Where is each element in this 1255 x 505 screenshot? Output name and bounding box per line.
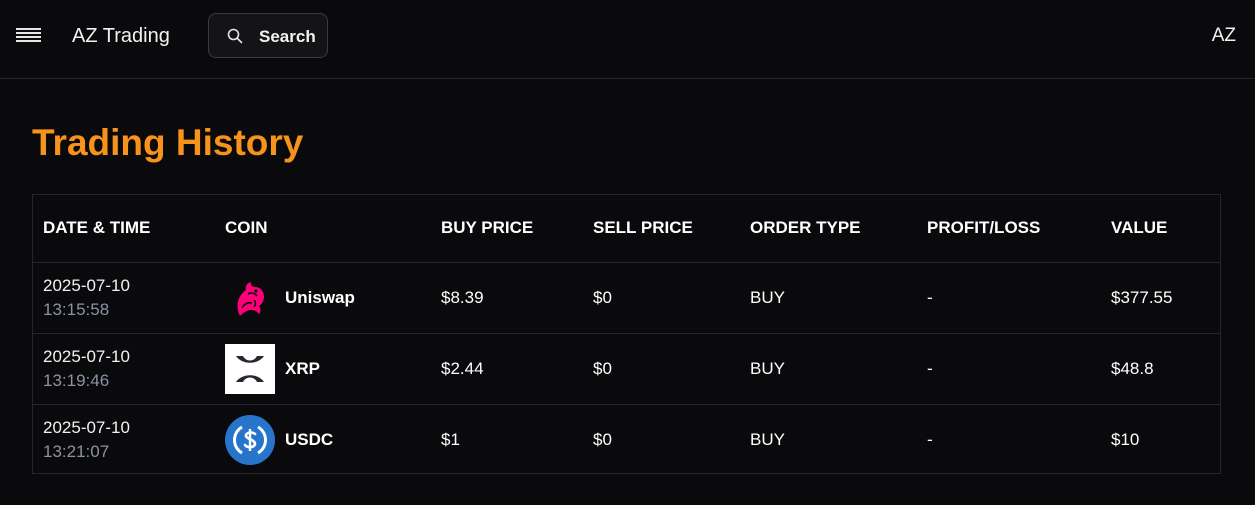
trade-time: 13:21:07	[43, 441, 110, 461]
table-row[interactable]: 2025-07-10 13:15:58 Uniswap $8.39 $0 BUY…	[33, 262, 1220, 334]
date-time-cell: 2025-07-10 13:15:58	[33, 262, 215, 334]
table-header-row: DATE & TIME COIN BUY PRICE SELL PRICE OR…	[33, 195, 1220, 263]
page-title: Trading History	[32, 122, 304, 163]
search-button[interactable]: Search	[208, 13, 328, 58]
buy-price-cell: $2.44	[431, 333, 583, 405]
search-icon	[227, 28, 243, 44]
column-header-buy-price: BUY PRICE	[431, 195, 583, 263]
value-cell: $48.8	[1101, 333, 1220, 405]
trade-time: 13:19:46	[43, 370, 110, 390]
coin-cell: Uniswap	[215, 262, 431, 334]
sell-price-cell: $0	[593, 429, 612, 449]
coin-name: USDC	[285, 429, 334, 449]
buy-price-cell: $8.39	[431, 262, 583, 334]
profit-loss-cell: -	[917, 262, 1101, 334]
column-header-value: VALUE	[1101, 195, 1220, 263]
buy-price-cell: $1	[441, 429, 460, 449]
column-header-profit-loss: PROFIT/LOSS	[917, 195, 1101, 263]
table-row[interactable]: 2025-07-10 13:21:07 USDC $1 $0 BUY - $10	[33, 404, 1220, 475]
usdc-logo-icon	[225, 414, 275, 465]
trade-date: 2025-07-10	[43, 417, 130, 437]
order-type-cell: BUY	[750, 429, 785, 449]
trade-date: 2025-07-10	[43, 346, 130, 366]
trade-time: 13:15:58	[43, 299, 110, 319]
avatar[interactable]: AZ	[1212, 25, 1236, 47]
coin-cell: XRP	[215, 333, 431, 405]
column-header-coin: COIN	[215, 195, 431, 263]
table-row[interactable]: 2025-07-10 13:19:46 XRP $2.44 $0 BUY - $…	[33, 333, 1220, 405]
date-time-cell: 2025-07-10 13:21:07	[33, 404, 215, 475]
order-type-cell: BUY	[740, 333, 917, 405]
trading-history-table: DATE & TIME COIN BUY PRICE SELL PRICE OR…	[32, 194, 1221, 474]
column-header-date: DATE & TIME	[33, 195, 215, 263]
coin-name: Uniswap	[285, 287, 355, 307]
order-type-cell: BUY	[740, 262, 917, 334]
sell-price-cell: $0	[583, 333, 740, 405]
coin-name: XRP	[285, 358, 320, 378]
uniswap-logo-icon	[225, 273, 275, 323]
top-navbar: AZ Trading Search AZ	[0, 0, 1255, 79]
column-header-sell-price: SELL PRICE	[583, 195, 740, 263]
brand-name[interactable]: AZ Trading	[72, 25, 170, 48]
profit-loss-cell: -	[917, 333, 1101, 405]
coin-cell: USDC	[215, 404, 431, 475]
date-time-cell: 2025-07-10 13:19:46	[33, 333, 215, 405]
sell-price-cell: $0	[583, 262, 740, 334]
column-header-order-type: ORDER TYPE	[740, 195, 917, 263]
value-cell: $10	[1111, 429, 1140, 449]
trade-date: 2025-07-10	[43, 275, 130, 295]
search-label: Search	[259, 27, 316, 46]
xrp-logo-icon	[225, 343, 275, 394]
value-cell: $377.55	[1101, 262, 1220, 334]
hamburger-menu-icon[interactable]	[14, 24, 44, 48]
profit-loss-cell: -	[927, 429, 933, 449]
